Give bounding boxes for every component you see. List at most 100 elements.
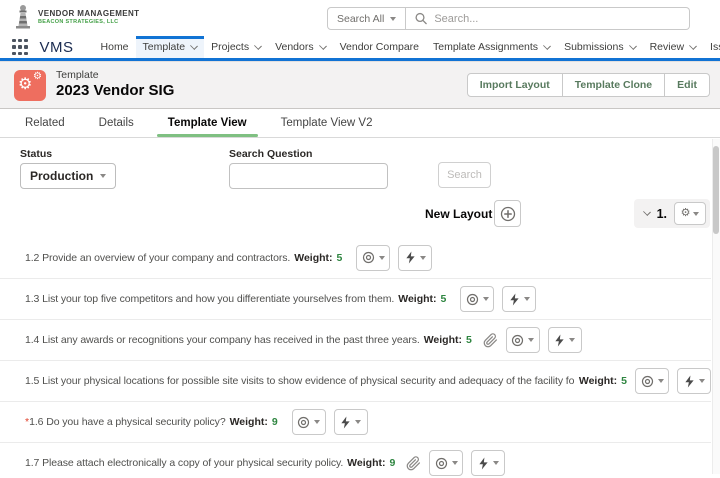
- nav-item-vendors[interactable]: Vendors: [268, 36, 333, 58]
- bullseye-icon: [466, 293, 479, 306]
- nav-item-label: Template Assignments: [433, 41, 538, 53]
- nav-item-projects[interactable]: Projects: [204, 36, 268, 58]
- add-layout-button[interactable]: [494, 200, 521, 227]
- weight-label: Weight:: [579, 375, 617, 387]
- question-actions-menu-button[interactable]: [677, 368, 711, 394]
- search-input[interactable]: [434, 13, 680, 25]
- question-text: 1.2 Provide an overview of your company …: [25, 252, 290, 264]
- search-question-label: Search Question: [229, 148, 312, 160]
- section-settings-button[interactable]: ⚙: [674, 202, 706, 225]
- tab-template-view-v2[interactable]: Template View V2: [264, 109, 390, 137]
- lightning-icon: [405, 251, 416, 264]
- question-text: 1.5 List your physical locations for pos…: [25, 375, 575, 387]
- lightning-icon: [478, 457, 489, 470]
- record-actions: Import Layout Template Clone Edit: [467, 73, 710, 97]
- question-target-menu-button[interactable]: [506, 327, 540, 353]
- lightning-icon: [509, 293, 520, 306]
- chevron-down-icon: [483, 297, 489, 301]
- question-actions-menu-button[interactable]: [334, 409, 368, 435]
- weight-label: Weight:: [398, 293, 436, 305]
- section-number: 1.: [657, 207, 667, 221]
- question-target-menu-button[interactable]: [292, 409, 326, 435]
- chevron-down-icon: [452, 461, 458, 465]
- chevron-down-icon: [190, 42, 198, 50]
- nav-item-home[interactable]: Home: [94, 36, 136, 58]
- weight-label: Weight:: [424, 334, 462, 346]
- lightning-icon: [684, 375, 695, 388]
- nav-item-template[interactable]: Template: [136, 36, 205, 58]
- question-target-menu-button[interactable]: [356, 245, 390, 271]
- search-button[interactable]: Search: [438, 162, 491, 188]
- nav-item-submissions[interactable]: Submissions: [557, 36, 643, 58]
- search-question-input[interactable]: [236, 164, 381, 188]
- status-selected-value: Production: [30, 169, 93, 183]
- nav-item-template-assignments[interactable]: Template Assignments: [426, 36, 557, 58]
- weight-value: 5: [337, 252, 343, 264]
- app-name: VMS: [40, 39, 74, 56]
- record-header: ⚙ ⚙ Template 2023 Vendor SIG Import Layo…: [0, 61, 720, 109]
- question-text: 1.4 List any awards or recognitions your…: [25, 334, 420, 346]
- weight-label: Weight:: [230, 416, 268, 428]
- template-view-panel: Status Production Search Question Search…: [0, 138, 720, 474]
- tab-template-view[interactable]: Template View: [151, 109, 264, 137]
- bullseye-icon: [297, 416, 310, 429]
- question-target-menu-button[interactable]: [429, 450, 463, 476]
- template-clone-button[interactable]: Template Clone: [563, 73, 665, 97]
- edit-button[interactable]: Edit: [665, 73, 710, 97]
- app-launcher-icon[interactable]: [12, 39, 28, 56]
- bullseye-icon: [511, 334, 524, 347]
- page-title: 2023 Vendor SIG: [56, 82, 174, 99]
- nav-item-issue[interactable]: Issue: [703, 36, 720, 58]
- question-row: 1.7 Please attach electronically a copy …: [0, 442, 711, 478]
- chevron-down-icon: [528, 338, 534, 342]
- tab-label: Template View: [168, 117, 247, 129]
- status-label: Status: [20, 148, 52, 160]
- tab-label: Related: [25, 117, 65, 129]
- question-target-menu-button[interactable]: [635, 368, 669, 394]
- question-text: 1.7 Please attach electronically a copy …: [25, 457, 343, 469]
- tab-label: Details: [99, 117, 134, 129]
- question-row: 1.4 List any awards or recognitions your…: [0, 319, 711, 360]
- vendor-management-app: VENDOR MANAGEMENT BEACON STRATEGIES, LLC…: [0, 0, 720, 478]
- global-header: VENDOR MANAGEMENT BEACON STRATEGIES, LLC…: [0, 0, 720, 36]
- chevron-down-icon: [355, 420, 361, 424]
- search-question-field-wrap: [229, 163, 388, 189]
- nav-item-vendor-compare[interactable]: Vendor Compare: [333, 36, 426, 58]
- question-row: 1.5 List your physical locations for pos…: [0, 360, 711, 401]
- tab-related[interactable]: Related: [8, 109, 82, 137]
- chevron-down-icon: [493, 461, 499, 465]
- status-select[interactable]: Production: [20, 163, 116, 189]
- tab-details[interactable]: Details: [82, 109, 151, 137]
- template-object-icon: ⚙ ⚙: [14, 70, 46, 101]
- question-target-menu-button[interactable]: [460, 286, 494, 312]
- vertical-scrollbar[interactable]: [712, 139, 720, 474]
- new-layout-label: New Layout: [425, 207, 492, 221]
- chevron-down-icon: [100, 174, 106, 178]
- weight-value: 5: [621, 375, 627, 387]
- question-actions-menu-button[interactable]: [502, 286, 536, 312]
- question-actions-menu-button[interactable]: [471, 450, 505, 476]
- question-row: 1.2 Provide an overview of your company …: [0, 237, 711, 278]
- question-actions-menu-button[interactable]: [548, 327, 582, 353]
- search-scope-label: Search All: [337, 13, 384, 25]
- import-layout-button[interactable]: Import Layout: [467, 73, 563, 97]
- search-scope-button[interactable]: Search All: [327, 7, 406, 30]
- gear-icon: ⚙: [681, 208, 691, 219]
- nav-item-label: Template: [143, 41, 186, 53]
- plus-circle-icon: [500, 206, 516, 222]
- question-actions-menu-button[interactable]: [398, 245, 432, 271]
- nav-item-review[interactable]: Review: [643, 36, 703, 58]
- weight-label: Weight:: [294, 252, 332, 264]
- collapse-section-icon[interactable]: [643, 208, 651, 216]
- nav-item-label: Home: [101, 41, 129, 53]
- bullseye-icon: [362, 251, 375, 264]
- logo-subtitle: BEACON STRATEGIES, LLC: [38, 19, 139, 25]
- logo-title: VENDOR MANAGEMENT: [38, 9, 139, 18]
- lightning-icon: [340, 416, 351, 429]
- attachment-paperclip-icon: [483, 333, 498, 348]
- search-box: [406, 7, 690, 30]
- chevron-down-icon: [314, 420, 320, 424]
- scrollbar-thumb[interactable]: [713, 146, 719, 234]
- question-text: 1.3 List your top five competitors and h…: [25, 293, 394, 305]
- section-header: 1. ⚙: [634, 199, 710, 228]
